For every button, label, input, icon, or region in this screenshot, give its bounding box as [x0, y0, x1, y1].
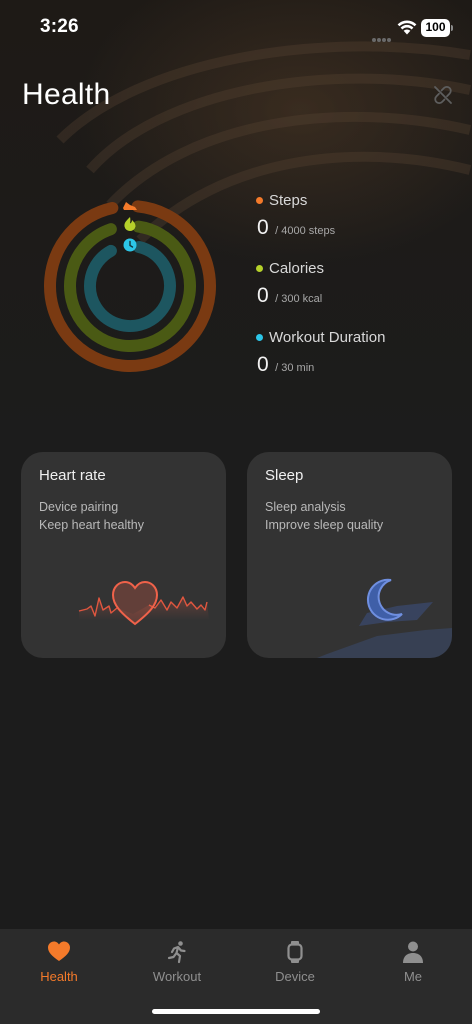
steps-label: Steps: [269, 191, 308, 209]
tab-device[interactable]: Device: [236, 929, 354, 999]
person-icon: [403, 941, 423, 963]
steps-value: 0: [257, 216, 269, 239]
calories-value: 0: [257, 284, 269, 307]
calories-label: Calories: [269, 259, 325, 277]
heart-rate-illustration: [78, 580, 209, 626]
wifi-icon: [397, 20, 417, 35]
calories-dot: [256, 264, 263, 272]
tab-device-label: Device: [275, 969, 315, 984]
sleep-subtitle-2: Improve sleep quality: [265, 518, 384, 532]
running-icon: [167, 941, 186, 964]
signal-icon: [372, 29, 394, 42]
heart-rate-subtitle-1: Device pairing: [39, 500, 119, 514]
battery-icon: 100: [421, 19, 453, 37]
workout-duration-label: Workout Duration: [269, 328, 386, 346]
heart-rate-title: Heart rate: [39, 467, 106, 484]
heart-rate-card[interactable]: Heart rate Device pairing Keep heart hea…: [21, 452, 226, 658]
battery-level: 100: [425, 20, 446, 34]
tab-workout-label: Workout: [152, 969, 202, 984]
steps-dot: [256, 196, 263, 204]
clock-icon: [123, 238, 137, 252]
workout-duration-dot: [256, 333, 263, 341]
workout-duration-value: 0: [257, 353, 269, 376]
tab-me[interactable]: Me: [354, 929, 472, 999]
page-title: Health: [22, 78, 111, 111]
activity-rings[interactable]: [40, 196, 220, 376]
sleep-subtitle-1: Sleep analysis: [265, 500, 346, 514]
workout-ring: [84, 240, 176, 332]
tab-workout[interactable]: Workout: [118, 929, 236, 999]
tab-me-label: Me: [403, 969, 423, 984]
status-bar: 3:26 100: [0, 0, 472, 58]
home-indicator[interactable]: [152, 1009, 320, 1014]
sleep-illustration: [317, 578, 452, 658]
unlink-icon[interactable]: [432, 84, 454, 106]
status-time: 3:26: [40, 16, 79, 37]
heart-icon: [48, 941, 70, 961]
steps-goal: / 4000 steps: [275, 225, 336, 237]
calories-goal: / 300 kcal: [275, 293, 323, 305]
heart-rate-subtitle-2: Keep heart healthy: [39, 518, 144, 532]
watch-icon: [287, 941, 303, 963]
sleep-title: Sleep: [265, 467, 304, 484]
flame-icon: [124, 217, 136, 232]
sleep-card[interactable]: Sleep Sleep analysis Improve sleep quali…: [247, 452, 452, 658]
tab-health-label: Health: [40, 969, 78, 984]
tab-health[interactable]: Health: [0, 929, 118, 999]
workout-duration-goal: / 30 min: [275, 362, 315, 374]
